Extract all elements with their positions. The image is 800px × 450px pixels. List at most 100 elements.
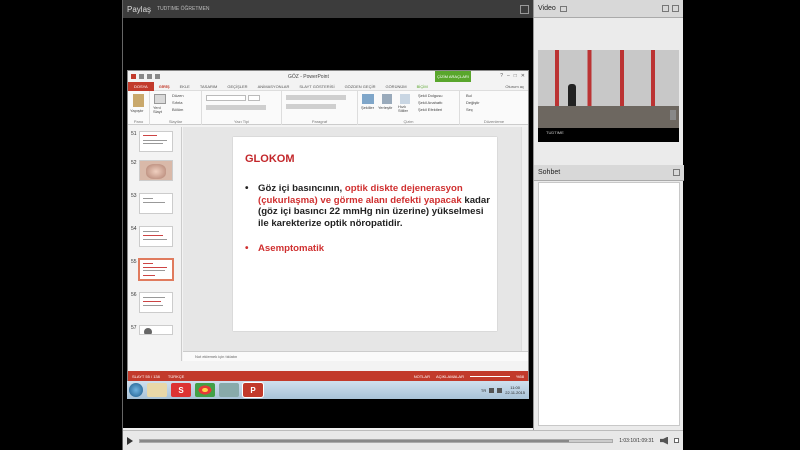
video-background	[538, 50, 679, 106]
reset-button[interactable]: Sıfırla	[172, 100, 182, 105]
volume-icon[interactable]	[497, 387, 503, 393]
language-tray[interactable]: TR	[481, 388, 486, 393]
slide-body[interactable]: • Göz içi basıncının, optik diskte dejen…	[245, 183, 490, 255]
tab-view[interactable]: GÖRÜNÜM	[380, 84, 411, 89]
fullscreen-icon[interactable]	[520, 4, 529, 14]
comments-toggle[interactable]: AÇIKLAMALAR	[436, 374, 464, 379]
undo-icon[interactable]	[147, 74, 152, 79]
font-format-icons[interactable]	[206, 105, 266, 110]
shapes-icon[interactable]	[362, 94, 374, 104]
thumbnail-row[interactable]: 51	[131, 131, 173, 152]
zoom-slider[interactable]	[469, 375, 510, 377]
share-label[interactable]: Paylaş	[127, 5, 151, 14]
thumbnail-number: 52	[131, 160, 137, 166]
app-s-icon[interactable]: S	[171, 383, 191, 397]
redo-icon[interactable]	[155, 74, 160, 79]
slide-thumbnail[interactable]	[139, 193, 173, 214]
window-controls: ? – □ ✕	[500, 73, 525, 79]
quick-styles-icon[interactable]	[400, 94, 410, 104]
status-bar: SLAYT 55 / 138 TÜRKÇE NOTLAR AÇIKLAMALAR…	[128, 371, 528, 381]
tab-animations[interactable]: ANİMASYONLAR	[253, 84, 295, 89]
notes-pane[interactable]: Not eklemek için tıklatın	[183, 351, 528, 361]
top-bar: Paylaş TUDTIME ÖĞRETMEN	[123, 0, 533, 18]
vertical-scrollbar[interactable]	[521, 127, 528, 351]
play-icon[interactable]	[127, 436, 133, 445]
thumbnail-row[interactable]: 52	[131, 160, 173, 181]
layout-button[interactable]: Düzen	[172, 93, 184, 98]
arrange-label: Yerleştir	[378, 105, 393, 110]
status-right: NOTLAR AÇIKLAMALAR %58	[414, 374, 524, 379]
app-icon[interactable]	[219, 383, 239, 397]
chat-messages-area[interactable]	[538, 182, 680, 426]
new-slide-icon[interactable]	[154, 94, 166, 104]
tab-format[interactable]: BİÇİM	[412, 84, 433, 89]
tab-insert[interactable]: EKLE	[175, 84, 195, 89]
explorer-icon[interactable]	[147, 383, 167, 397]
thumbnail-number: 51	[131, 131, 137, 137]
slide-thumbnail[interactable]	[139, 131, 173, 152]
language-indicator[interactable]: TÜRKÇE	[168, 374, 184, 379]
slides-group-label: Slaytlar	[168, 119, 183, 124]
paste-icon[interactable]	[133, 94, 144, 107]
panel-fullscreen-icon[interactable]	[672, 5, 679, 12]
find-button[interactable]: Bul	[466, 93, 472, 98]
slide-thumbnail[interactable]	[139, 292, 173, 313]
section-button[interactable]: Bölüm	[172, 107, 183, 112]
thumbnail-row[interactable]: 54	[131, 226, 173, 247]
thumbnail-number: 57	[131, 325, 137, 331]
current-slide[interactable]: GLOKOM • Göz içi basıncının, optik diskt…	[233, 137, 497, 331]
network-icon[interactable]	[489, 387, 495, 393]
tab-home[interactable]: GİRİŞ	[154, 84, 175, 89]
panel-menu-icon[interactable]	[662, 5, 669, 12]
video-settings-icon[interactable]	[559, 5, 567, 12]
ppt-title-bar: GÖZ - PowerPoint ÇİZİM ARAÇLARI ? – □ ✕	[128, 71, 528, 82]
slide-title[interactable]: GLOKOM	[245, 153, 295, 165]
tab-design[interactable]: TASARIM	[195, 84, 222, 89]
clock[interactable]: 11:00 22.11.2015	[505, 385, 525, 395]
fullscreen-toggle-icon[interactable]	[674, 438, 679, 443]
zoom-level[interactable]: %58	[516, 374, 524, 379]
sign-in-link[interactable]: Oturum aç	[505, 84, 528, 89]
notes-toggle[interactable]: NOTLAR	[414, 374, 430, 379]
volume-icon[interactable]	[660, 436, 668, 445]
seek-bar[interactable]	[139, 438, 614, 443]
slide-thumbnails-pane: 51 52 53 54 55 56 57	[128, 127, 182, 361]
replace-button[interactable]: Değiştir	[466, 100, 480, 105]
powerpoint-taskbar-icon[interactable]: P	[242, 382, 264, 398]
font-size-box[interactable]	[248, 95, 260, 101]
thumbnail-row[interactable]: 56	[131, 292, 173, 313]
slide-thumbnail[interactable]	[139, 325, 173, 335]
tab-transitions[interactable]: GEÇİŞLER	[222, 84, 252, 89]
maximize-icon[interactable]: □	[514, 73, 517, 79]
editing-group: Bul Değiştir Seç Düzenleme	[460, 91, 528, 125]
shape-fill-button[interactable]: Şekil Dolgusu	[418, 93, 442, 98]
video-controls-icon[interactable]	[670, 110, 676, 120]
minimize-icon[interactable]: –	[507, 73, 510, 79]
thumbnail-row[interactable]: 57	[131, 325, 173, 335]
select-button[interactable]: Seç	[466, 107, 473, 112]
slide-thumbnail[interactable]	[139, 226, 173, 247]
chrome-icon[interactable]	[195, 383, 215, 397]
font-name-box[interactable]	[206, 95, 246, 101]
slide-thumbnail-selected[interactable]	[138, 258, 174, 281]
tab-review[interactable]: GÖZDEN GEÇİR	[340, 84, 381, 89]
save-icon[interactable]	[139, 74, 144, 79]
align-icons[interactable]	[286, 104, 336, 109]
chat-menu-icon[interactable]	[673, 169, 680, 176]
list-icons[interactable]	[286, 95, 346, 100]
shape-effects-button[interactable]: Şekil Efektleri	[418, 107, 442, 112]
help-icon[interactable]: ?	[500, 73, 503, 79]
shape-outline-button[interactable]: Şekil Anahattı	[418, 100, 442, 105]
tab-file[interactable]: DOSYA	[128, 81, 154, 91]
close-icon[interactable]: ✕	[521, 73, 525, 79]
slide-thumbnail-photo[interactable]	[139, 160, 173, 181]
thumbnail-row[interactable]: 53	[131, 193, 173, 214]
tab-slideshow[interactable]: SLAYT GÖSTERİSİ	[294, 84, 339, 89]
arrange-icon[interactable]	[382, 94, 392, 104]
paragraph-group: Paragraf	[282, 91, 358, 125]
start-button-icon[interactable]	[129, 383, 143, 397]
ppt-logo-icon	[131, 74, 136, 79]
drawing-group-label: Çizim	[403, 119, 414, 124]
thumbnail-row-selected[interactable]: 55	[131, 258, 174, 281]
video-caption: TUDTIME	[538, 128, 679, 142]
